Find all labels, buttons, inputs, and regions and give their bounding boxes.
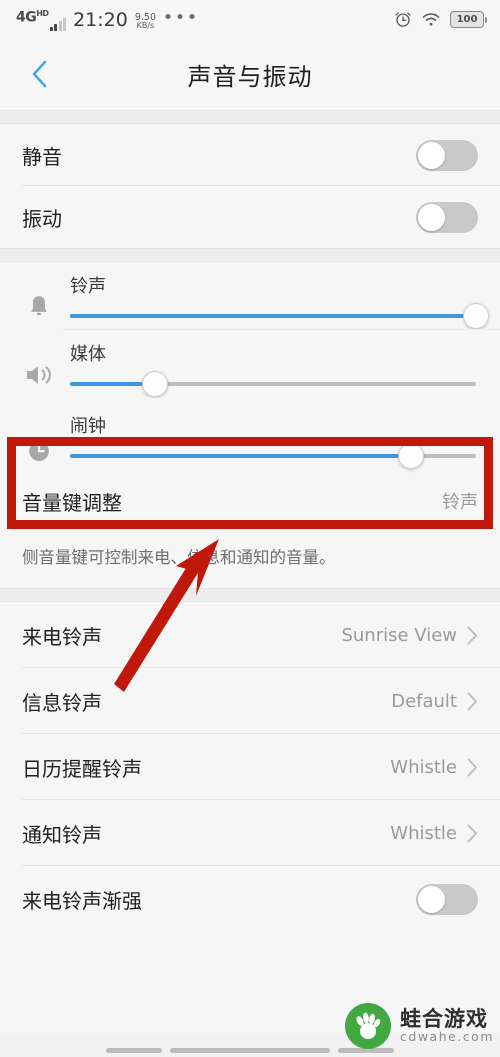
toggle-knob <box>418 885 445 913</box>
battery-level-label: 100 <box>456 13 478 25</box>
section-divider-2 <box>0 248 500 262</box>
slider-ringtone-track[interactable] <box>70 303 489 329</box>
chevron-right-icon <box>467 692 478 711</box>
ringtone-section: 来电铃声 Sunrise View 信息铃声 Default 日历提醒铃声 Wh… <box>0 602 500 932</box>
row-vibrate-label: 振动 <box>22 206 62 231</box>
slider-media-label: 媒体 <box>70 344 106 365</box>
battery-indicator: 100 <box>450 10 487 28</box>
chevron-right-icon <box>467 758 478 777</box>
row-volume-key[interactable]: 音量键调整 铃声 <box>0 472 500 530</box>
status-bar: 4GHD 21:20 9.50 KB/s ••• 100 <box>0 0 500 38</box>
signal-indicator: 4GHD <box>16 8 67 31</box>
page-title: 声音与振动 <box>187 62 313 91</box>
section-divider-1 <box>0 110 500 124</box>
back-button[interactable] <box>22 57 56 91</box>
row-call-ringtone-label: 来电铃声 <box>22 624 102 649</box>
row-notification-ringtone[interactable]: 通知铃声 Whistle <box>0 800 500 866</box>
section-divider-3 <box>0 588 500 602</box>
status-overflow-dots: ••• <box>163 8 200 28</box>
row-notification-ringtone-label: 通知铃声 <box>22 822 102 847</box>
toggle-knob <box>418 203 445 231</box>
watermark-text: 蛙合游戏 cdwahe.com <box>400 1008 494 1043</box>
phone-screen: 4GHD 21:20 9.50 KB/s ••• 100 声音与振动 静音 振动… <box>0 0 500 1057</box>
slider-alarm-label: 闹钟 <box>70 416 106 437</box>
slider-thumb[interactable] <box>398 443 425 469</box>
wifi-icon <box>422 12 440 26</box>
row-message-ringtone-label: 信息铃声 <box>22 690 102 715</box>
row-vibrate[interactable]: 振动 <box>0 186 500 248</box>
row-call-ringtone-value: Sunrise View <box>341 624 457 646</box>
volume-sliders-section: 铃声 媒体 闹钟 <box>0 262 500 472</box>
slider-thumb[interactable] <box>142 371 169 397</box>
toggles-section: 静音 振动 <box>0 124 500 248</box>
chevron-right-icon <box>467 824 478 843</box>
slider-fill <box>70 314 476 318</box>
row-calendar-ringtone-value: Whistle <box>390 756 457 778</box>
network-hd-label: HD <box>36 9 49 19</box>
chevron-right-icon <box>467 626 478 645</box>
slider-media-body: 媒体 <box>62 340 478 397</box>
row-mute[interactable]: 静音 <box>0 124 500 186</box>
row-calendar-ringtone[interactable]: 日历提醒铃声 Whistle <box>0 734 500 800</box>
row-call-ringtone[interactable]: 来电铃声 Sunrise View <box>0 602 500 668</box>
slider-row-media: 媒体 <box>0 330 500 398</box>
watermark-name: 蛙合游戏 <box>400 1007 489 1032</box>
speaker-icon <box>16 340 62 388</box>
slider-ringtone-body: 铃声 <box>62 272 489 329</box>
row-calendar-ringtone-label: 日历提醒铃声 <box>22 756 142 781</box>
mute-toggle[interactable] <box>416 139 478 171</box>
bell-icon <box>16 272 62 322</box>
slider-fill <box>70 454 412 458</box>
slider-row-alarm: 闹钟 <box>0 398 500 472</box>
row-ringtone-crescendo-label: 来电铃声渐强 <box>22 888 142 913</box>
ringtone-crescendo-toggle[interactable] <box>416 883 478 915</box>
row-notification-ringtone-value: Whistle <box>390 822 457 844</box>
row-ringtone-crescendo[interactable]: 来电铃声渐强 <box>0 866 500 932</box>
toggle-knob <box>418 141 445 169</box>
alarm-clock-icon <box>16 412 62 464</box>
row-mute-label: 静音 <box>22 144 62 169</box>
slider-thumb[interactable] <box>463 303 489 329</box>
alarm-clock-icon <box>395 12 411 27</box>
row-message-ringtone-value: Default <box>391 690 457 712</box>
slider-alarm-body: 闹钟 <box>62 412 478 469</box>
row-message-ringtone[interactable]: 信息铃声 Default <box>0 668 500 734</box>
slider-alarm-track[interactable] <box>70 443 476 469</box>
signal-bars-icon <box>49 18 67 31</box>
status-bar-left: 4GHD 21:20 9.50 KB/s ••• <box>16 8 200 31</box>
nav-home-pill[interactable] <box>170 1048 330 1053</box>
row-volume-key-label: 音量键调整 <box>22 490 122 515</box>
title-bar: 声音与振动 <box>0 38 500 110</box>
status-bar-right: 100 <box>394 10 487 28</box>
slider-row-ringtone: 铃声 <box>0 262 500 330</box>
watermark: 蛙合游戏 cdwahe.com <box>345 1003 494 1049</box>
slider-ringtone-label: 铃声 <box>70 276 106 297</box>
chevron-left-icon <box>32 60 47 88</box>
volume-key-description: 侧音量键可控制来电、信息和通知的音量。 <box>0 530 500 588</box>
network-type-label: 4GHD <box>16 9 49 26</box>
slider-media-track[interactable] <box>70 371 476 397</box>
network-speed-unit: KB/s <box>136 21 155 30</box>
vibrate-toggle[interactable] <box>416 201 478 233</box>
watermark-url: cdwahe.com <box>400 1029 494 1045</box>
row-volume-key-value: 铃声 <box>442 492 478 513</box>
volume-key-section: 音量键调整 铃声 侧音量键可控制来电、信息和通知的音量。 <box>0 472 500 588</box>
status-clock: 21:20 <box>73 9 128 31</box>
frog-foot-logo-icon <box>345 1003 392 1049</box>
nav-back-pill[interactable] <box>106 1048 162 1053</box>
network-speed-indicator: 9.50 KB/s <box>135 12 156 31</box>
